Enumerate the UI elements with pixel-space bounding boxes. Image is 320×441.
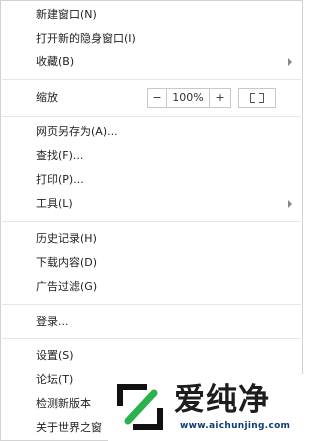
zoom-out-button[interactable]: − bbox=[147, 88, 167, 108]
menu-separator bbox=[2, 221, 301, 222]
fullscreen-icon bbox=[259, 98, 264, 103]
menu-item-new-window[interactable]: 新建窗口(N) bbox=[36, 8, 97, 22]
menu-item-login[interactable]: 登录... bbox=[36, 315, 69, 329]
zoom-in-button[interactable]: + bbox=[209, 88, 231, 108]
menu-item-save-as[interactable]: 网页另存为(A)... bbox=[36, 125, 118, 139]
menu-item-tools[interactable]: 工具(L) bbox=[36, 197, 73, 211]
watermark-logo-icon bbox=[117, 384, 163, 430]
menu-item-ad-filter[interactable]: 广告过滤(G) bbox=[36, 280, 97, 294]
watermark: 爱纯净 www.aichunjing.com bbox=[108, 374, 303, 441]
menu-item-bookmarks-label: 收藏(B) bbox=[36, 55, 75, 68]
menu-item-find[interactable]: 查找(F)... bbox=[36, 149, 83, 163]
menu-separator bbox=[2, 116, 301, 117]
menu-item-print[interactable]: 打印(P)... bbox=[36, 173, 84, 187]
menu-item-downloads[interactable]: 下载内容(D) bbox=[36, 256, 97, 270]
zoom-level: 100% bbox=[167, 88, 209, 108]
tools-submenu-arrow-icon bbox=[288, 200, 292, 208]
fullscreen-icon bbox=[250, 98, 255, 103]
menu-item-history[interactable]: 历史记录(H) bbox=[36, 232, 97, 246]
menu-item-bookmarks[interactable]: 收藏(B) bbox=[36, 55, 302, 69]
menu-item-about[interactable]: 关于世界之窗 bbox=[36, 421, 102, 435]
menu-item-forum[interactable]: 论坛(T) bbox=[36, 373, 73, 387]
fullscreen-button[interactable] bbox=[238, 88, 276, 108]
menu-separator bbox=[2, 304, 301, 305]
menu-item-settings[interactable]: 设置(S) bbox=[36, 349, 74, 363]
watermark-brand-text: 爱纯净 bbox=[174, 382, 270, 418]
watermark-url: www.aichunjing.com bbox=[180, 421, 291, 431]
menu-item-new-private-window[interactable]: 打开新的隐身窗口(I) bbox=[36, 32, 136, 46]
menu-separator bbox=[2, 338, 301, 339]
menu-item-check-update[interactable]: 检测新版本 bbox=[36, 397, 91, 411]
bookmarks-submenu-arrow-icon bbox=[288, 58, 292, 66]
zoom-label: 缩放 bbox=[36, 91, 58, 104]
menu-separator bbox=[2, 79, 301, 80]
